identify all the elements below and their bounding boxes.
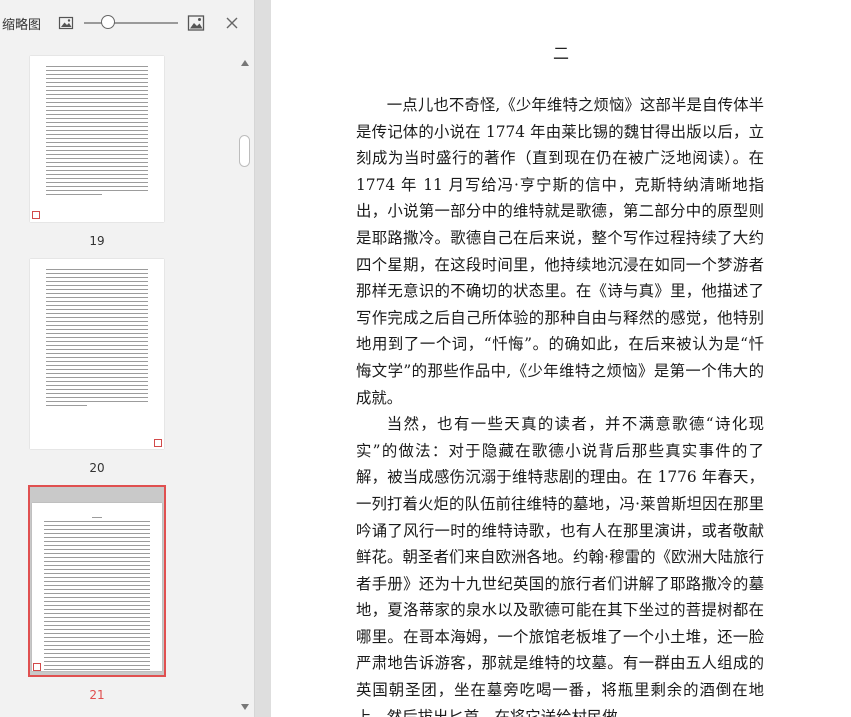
paragraph: 一点儿也不奇怪,《少年维特之烦恼》这部半是自传体半是传记体的小说在 1774 年… [356,96,764,407]
thumbnail-page-21-selected[interactable] [28,485,166,677]
paragraph: 当然，也有一些天真的读者，并不满意歌德“诗化现实”的做法：对于隐藏在歌德小说背后… [356,415,764,717]
image-small-icon[interactable] [58,15,74,31]
section-heading: 二 [552,44,569,63]
thumbnail-page-21[interactable] [32,503,162,671]
document-page: 二 一点儿也不奇怪,《少年维特之烦恼》这部半是自传体半是传记体的小说在 1774… [271,0,851,717]
stamp-icon [32,211,40,219]
thumbnail-page-20[interactable] [30,259,164,449]
zoom-slider[interactable] [84,22,178,24]
thumbnail-panel-header: 缩略图 [0,0,254,46]
stamp-icon [33,663,41,671]
scroll-down-arrow-icon[interactable] [241,704,249,710]
scroll-up-arrow-icon[interactable] [241,60,249,66]
zoom-slider-handle[interactable] [101,15,115,29]
thumbnail-page-number: 19 [89,234,105,248]
viewer-background [255,0,271,717]
thumbnail-page-number: 21 [89,688,105,702]
thumbnail-page-19[interactable] [30,56,164,222]
image-large-icon[interactable] [187,14,205,32]
thumbnail-page-number: 20 [89,461,105,475]
close-icon[interactable] [224,15,240,31]
thumbnail-panel-title: 缩略图 [2,18,42,33]
thumbnail-text-lines [46,66,148,198]
page-body: 一点儿也不奇怪,《少年维特之烦恼》这部半是自传体半是传记体的小说在 1774 年… [356,92,764,717]
stamp-icon [154,439,162,447]
thumbnail-text-lines [44,517,150,671]
thumbnail-panel: 缩略图 19 20 21 [0,0,255,717]
thumbnail-text-lines [46,269,148,409]
scrollbar-thumb[interactable] [239,135,250,167]
